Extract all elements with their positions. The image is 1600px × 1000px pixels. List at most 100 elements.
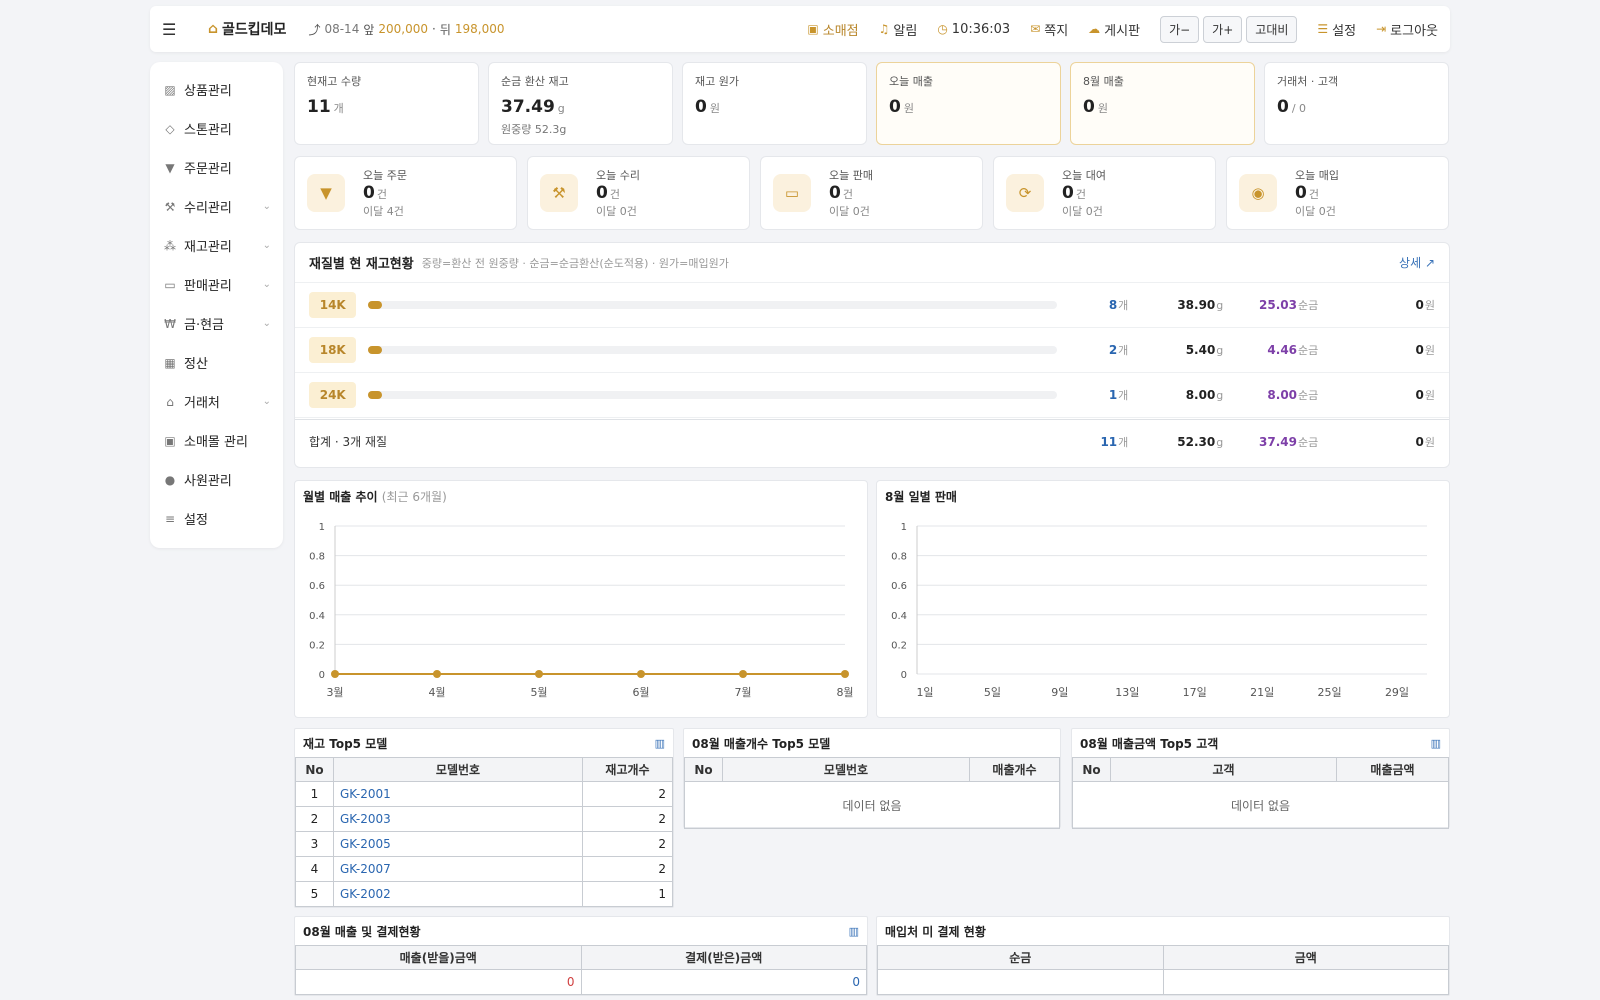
x-tick-label: 13일 bbox=[1115, 685, 1139, 699]
stat-card-stock-cost: 재고 원가 0원 bbox=[682, 62, 867, 145]
col-header-no: No bbox=[1072, 757, 1111, 782]
cell-model-link[interactable]: GK-2007 bbox=[333, 856, 583, 882]
chart-line-icon: ⤴ bbox=[308, 22, 321, 37]
data-point bbox=[739, 670, 747, 678]
today-card-rentals[interactable]: ⟳ 오늘 대여 0건 이달 0건 bbox=[993, 156, 1216, 230]
shop-icon: ▣ bbox=[807, 22, 819, 36]
x-tick-label: 8월 bbox=[836, 686, 853, 699]
sidebar-item-label: 상품관리 bbox=[184, 84, 232, 99]
panel-title: 08월 매출 및 결제현황 bbox=[303, 924, 421, 939]
today-card-orders[interactable]: ▼ 오늘 주문 0건 이달 4건 bbox=[294, 156, 517, 230]
today-card-purchases[interactable]: ◉ 오늘 매입 0건 이달 0건 bbox=[1226, 156, 1449, 230]
sidebar-item-label: 사원관리 bbox=[184, 474, 232, 489]
sidebar-item-label: 주문관리 bbox=[184, 162, 232, 177]
diamond-icon: ◇ bbox=[165, 121, 175, 136]
sidebar-item-orders[interactable]: ▼ 주문관리 bbox=[162, 148, 271, 187]
shop-link[interactable]: ▣ 소매점 bbox=[807, 20, 858, 39]
high-contrast-button[interactable]: 고대비 bbox=[1246, 15, 1298, 43]
bar-chart-icon[interactable]: ▥ bbox=[1431, 737, 1441, 750]
sidebar-item-label: 설정 bbox=[184, 513, 208, 528]
sidebar-item-sales[interactable]: ▭ 판매관리 ⌄ bbox=[162, 265, 271, 304]
alerts-link[interactable]: ♫ 알림 bbox=[879, 20, 918, 39]
cell-no: 4 bbox=[295, 856, 334, 882]
inventory-row: 14K 8개 38.90g 25.03순금 0원 bbox=[295, 283, 1449, 328]
sidebar-item-repairs[interactable]: ⚒ 수리관리 ⌄ bbox=[162, 187, 271, 226]
cell-model-link[interactable]: GK-2005 bbox=[333, 831, 583, 857]
y-tick-label: 0.6 bbox=[891, 581, 907, 592]
stat-card-today-sales: 오늘 매출 0원 bbox=[876, 62, 1061, 145]
row-count: 1 bbox=[1108, 388, 1118, 402]
bar-chart-icon[interactable]: ▥ bbox=[849, 925, 859, 938]
home-icon: ⌂ bbox=[208, 21, 219, 37]
received-amount: 0 bbox=[580, 969, 867, 995]
cell-model-link[interactable]: GK-2002 bbox=[333, 881, 583, 907]
sidebar-item-gold-cash[interactable]: ₩ 금·현금 ⌄ bbox=[162, 304, 271, 343]
bell-icon: ♫ bbox=[878, 22, 890, 36]
stat-value: 0 bbox=[889, 97, 901, 117]
sidebar-item-products[interactable]: ▨ 상품관리 bbox=[162, 70, 271, 109]
board-link[interactable]: ☁ 게시판 bbox=[1088, 20, 1140, 39]
sidebar-item-settings[interactable]: ≡ 설정 bbox=[162, 499, 271, 538]
col-header-amount: 매출금액 bbox=[1336, 757, 1449, 782]
cost-unit: 원 bbox=[1424, 389, 1436, 402]
cell-model-link[interactable]: GK-2001 bbox=[333, 781, 583, 807]
x-tick-label: 5일 bbox=[984, 685, 1001, 699]
settings-link[interactable]: ☰ 설정 bbox=[1317, 20, 1356, 39]
cart-icon: ▼ bbox=[165, 160, 175, 175]
sidebar: ▨ 상품관리 ◇ 스톤관리 ▼ 주문관리 ⚒ 수리관리 ⌄ ⁂ 재고관리 ⌄ ▭ 판매관리 ⌄ ₩… bbox=[150, 62, 283, 548]
sidebar-item-inventory[interactable]: ⁂ 재고관리 ⌄ bbox=[162, 226, 271, 265]
top-sales-amount-panel: 08월 매출금액 Top5 고객 ▥ No 고객 매출금액 데이터 없음 bbox=[1071, 728, 1450, 829]
y-tick-label: 0.8 bbox=[309, 552, 325, 563]
col-header-amount: 금액 bbox=[1162, 945, 1449, 970]
menu-icon[interactable]: ☰ bbox=[162, 20, 182, 39]
clock-time: 10:36:03 bbox=[951, 21, 1011, 37]
font-increase-button[interactable]: 가+ bbox=[1203, 15, 1243, 43]
ticker-separator: · bbox=[432, 22, 436, 36]
monthly-sales-svg: 1 0.8 0.6 0.4 0.2 03월 4월 5월 6월 7월 8월 bbox=[309, 522, 853, 699]
sidebar-item-partners[interactable]: ⌂ 거래처 ⌄ bbox=[162, 382, 271, 421]
sidebar-item-label: 판매관리 bbox=[184, 279, 232, 294]
x-tick-label: 1일 bbox=[916, 685, 933, 699]
ticker-front-value: 200,000 bbox=[378, 22, 428, 36]
sidebar-item-label: 스톤관리 bbox=[184, 123, 232, 138]
stat-value: 37.49 bbox=[501, 97, 555, 117]
sidebar-item-staff[interactable]: ● 사원관리 bbox=[162, 460, 271, 499]
brand-link[interactable]: ⌂ 골드킵데모 bbox=[208, 19, 286, 39]
envelope-icon: ✉ bbox=[1030, 22, 1041, 36]
today-sub: 이달 0건 bbox=[1062, 205, 1103, 218]
empty-state: 데이터 없음 bbox=[684, 782, 1060, 829]
stat-label: 재고 원가 bbox=[695, 75, 739, 88]
stock-bar bbox=[368, 301, 1058, 309]
stat-label: 8월 매출 bbox=[1083, 75, 1124, 88]
sidebar-item-stones[interactable]: ◇ 스톤관리 bbox=[162, 109, 271, 148]
chart-title: 월별 매출 추이 bbox=[303, 490, 378, 504]
inventory-detail-link[interactable]: 상세 ↗ bbox=[1399, 254, 1435, 271]
today-sub: 이달 4건 bbox=[363, 205, 404, 218]
logout-link[interactable]: ⇥ 로그아웃 bbox=[1376, 20, 1438, 39]
today-card-repairs[interactable]: ⚒ 오늘 수리 0건 이달 0건 bbox=[527, 156, 750, 230]
table-row: 1 GK-2001 2 bbox=[295, 781, 673, 807]
cell-no: 2 bbox=[295, 806, 334, 832]
gram-unit: g bbox=[1216, 389, 1224, 402]
inventory-row: 18K 2개 5.40g 4.46순금 0원 bbox=[295, 328, 1449, 373]
font-decrease-button[interactable]: 가− bbox=[1160, 15, 1200, 43]
y-tick-label: 0.4 bbox=[891, 611, 907, 622]
sidebar-item-retail-mall[interactable]: ▣ 소매몰 관리 bbox=[162, 421, 271, 460]
material-badge: 14K bbox=[309, 292, 357, 318]
data-point bbox=[841, 670, 849, 678]
today-cards: ▼ 오늘 주문 0건 이달 4건 ⚒ 오늘 수리 0건 이달 0건 ▭ 오늘 판… bbox=[294, 156, 1449, 230]
messages-link[interactable]: ✉ 쪽지 bbox=[1030, 20, 1068, 39]
stat-label: 오늘 매출 bbox=[889, 75, 933, 88]
bar-chart-icon[interactable]: ▥ bbox=[655, 737, 665, 750]
top-sales-count-panel: 08월 매출개수 Top5 모델 No 모델번호 매출개수 데이터 없음 bbox=[683, 728, 1061, 829]
cell-model-link[interactable]: GK-2003 bbox=[333, 806, 583, 832]
row-count: 8 bbox=[1108, 298, 1118, 312]
y-tick-label: 0 bbox=[319, 670, 325, 681]
sidebar-item-label: 재고관리 bbox=[184, 240, 232, 255]
today-sub: 이달 0건 bbox=[829, 205, 870, 218]
stat-label: 거래처 · 고객 bbox=[1277, 75, 1339, 88]
sliders-icon: ≡ bbox=[164, 511, 176, 526]
sidebar-item-settlement[interactable]: ▦ 정산 bbox=[162, 343, 271, 382]
row-pure: 4.46 bbox=[1267, 343, 1298, 357]
today-card-sales[interactable]: ▭ 오늘 판매 0건 이달 0건 bbox=[760, 156, 983, 230]
